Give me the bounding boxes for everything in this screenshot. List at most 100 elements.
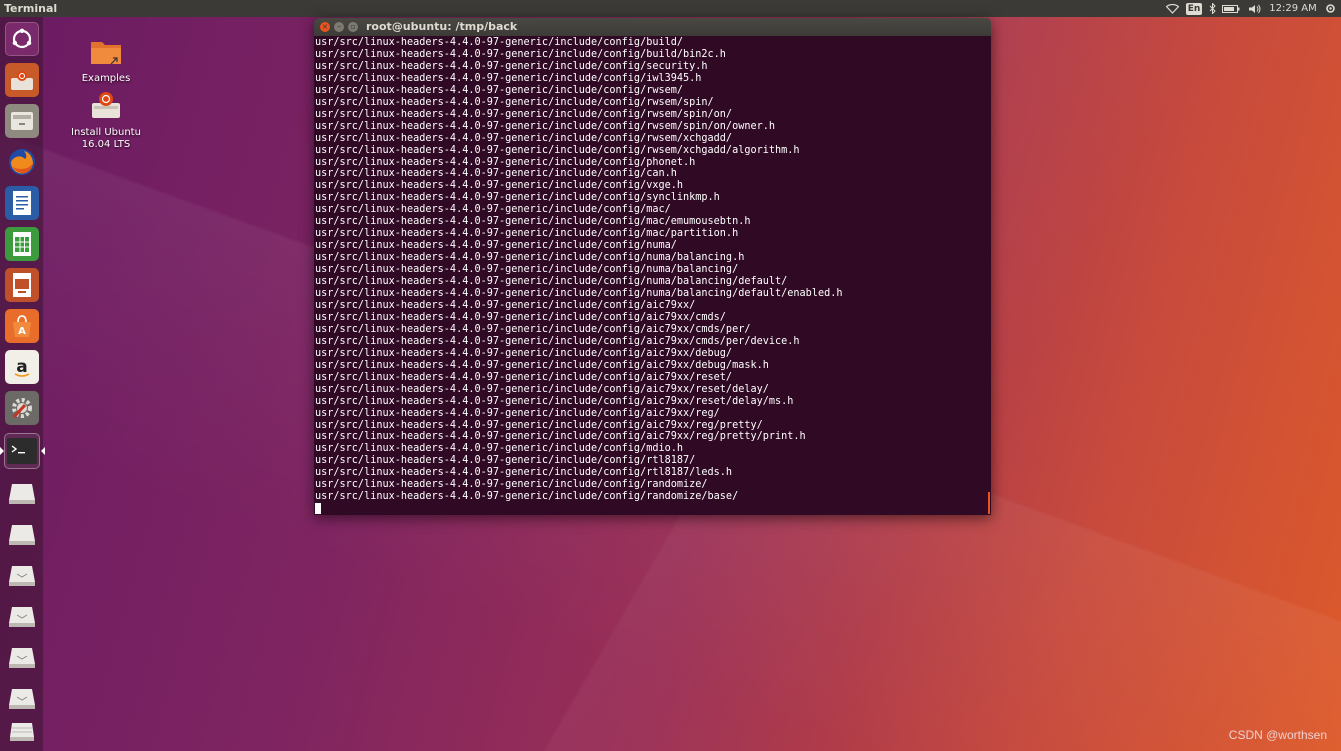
close-button[interactable]: × [320, 22, 330, 32]
terminal-line: usr/src/linux-headers-4.4.0-97-generic/i… [315, 168, 677, 180]
terminal-line: usr/src/linux-headers-4.4.0-97-generic/i… [315, 156, 696, 168]
indicator-area: En 12:29 AM [1161, 0, 1341, 17]
software-center-icon: A [5, 309, 39, 343]
keyboard-language-indicator[interactable]: En [1183, 0, 1205, 17]
system-settings-icon [5, 391, 39, 425]
drive-button[interactable] [4, 598, 40, 634]
terminal-line: usr/src/linux-headers-4.4.0-97-generic/i… [315, 37, 684, 48]
launcher: A a [0, 17, 45, 751]
terminal-line: usr/src/linux-headers-4.4.0-97-generic/i… [315, 240, 677, 252]
files-button[interactable] [4, 103, 40, 139]
minimize-button[interactable]: – [334, 22, 344, 32]
folder-icon [61, 37, 151, 71]
focus-indicator [41, 447, 45, 455]
terminal-line: usr/src/linux-headers-4.4.0-97-generic/i… [315, 84, 684, 96]
watermark: CSDN @worthsen [1228, 728, 1327, 742]
install-ubuntu-button[interactable] [4, 62, 40, 98]
maximize-icon: ▫ [350, 22, 356, 31]
libreoffice-impress-button[interactable] [4, 267, 40, 303]
terminal-titlebar[interactable]: × – ▫ root@ubuntu: /tmp/back [314, 18, 991, 36]
drive-icon [5, 681, 39, 715]
dash-home-button[interactable] [4, 21, 40, 57]
terminal-icon [7, 438, 37, 464]
terminal-line: usr/src/linux-headers-4.4.0-97-generic/i… [315, 60, 708, 72]
firefox-button[interactable] [4, 144, 40, 180]
amazon-icon: a [5, 350, 39, 384]
trash-icon [5, 718, 39, 746]
examples-desktop-icon[interactable]: Examples [61, 37, 151, 85]
terminal-line: usr/src/linux-headers-4.4.0-97-generic/i… [315, 96, 714, 108]
terminal-line: usr/src/linux-headers-4.4.0-97-generic/i… [315, 383, 769, 395]
libreoffice-calc-button[interactable] [4, 226, 40, 262]
drive-icon [5, 640, 39, 674]
terminal-line: usr/src/linux-headers-4.4.0-97-generic/i… [315, 276, 788, 288]
terminal-line: usr/src/linux-headers-4.4.0-97-generic/i… [315, 144, 800, 156]
terminal-prompt-line [315, 503, 991, 515]
bluetooth-icon[interactable] [1205, 0, 1219, 17]
terminal-line: usr/src/linux-headers-4.4.0-97-generic/i… [315, 335, 800, 347]
terminal-line: usr/src/linux-headers-4.4.0-97-generic/i… [315, 216, 751, 228]
libreoffice-writer-button[interactable] [4, 185, 40, 221]
drive-icon [5, 558, 39, 592]
files-icon [5, 104, 39, 138]
drive-button[interactable] [4, 516, 40, 552]
svg-text:A: A [18, 326, 26, 337]
volume-icon[interactable] [1243, 0, 1267, 17]
terminal-line: usr/src/linux-headers-4.4.0-97-generic/i… [315, 407, 720, 419]
terminal-line: usr/src/linux-headers-4.4.0-97-generic/i… [315, 204, 671, 216]
power-gear-icon[interactable] [1319, 0, 1341, 17]
terminal-line: usr/src/linux-headers-4.4.0-97-generic/i… [315, 228, 739, 240]
terminal-line: usr/src/linux-headers-4.4.0-97-generic/i… [315, 419, 763, 431]
terminal-line: usr/src/linux-headers-4.4.0-97-generic/i… [315, 371, 733, 383]
system-settings-button[interactable] [4, 390, 40, 426]
maximize-button[interactable]: ▫ [348, 22, 358, 32]
close-icon: × [321, 22, 329, 31]
terminal-output[interactable]: usr/src/linux-headers-4.4.0-97-generic/i… [314, 36, 991, 515]
drive-icon [5, 517, 39, 551]
drive-icon [5, 599, 39, 633]
minimize-icon: – [337, 22, 341, 31]
install-ubuntu-label-line1: Install Ubuntu [71, 127, 141, 138]
install-ubuntu-desktop-icon[interactable]: Install Ubuntu 16.04 LTS [61, 89, 151, 151]
clock[interactable]: 12:29 AM [1267, 0, 1319, 17]
top-panel: Terminal En 12:29 AM [0, 0, 1341, 17]
terminal-button[interactable] [4, 433, 40, 469]
firefox-icon [5, 145, 39, 179]
scrollbar-indicator[interactable] [988, 492, 990, 514]
terminal-line: usr/src/linux-headers-4.4.0-97-generic/i… [315, 359, 769, 371]
terminal-line: usr/src/linux-headers-4.4.0-97-generic/i… [315, 264, 739, 276]
app-title: Terminal [4, 2, 58, 15]
terminal-line: usr/src/linux-headers-4.4.0-97-generic/i… [315, 443, 684, 455]
amazon-button[interactable]: a [4, 349, 40, 385]
terminal-line: usr/src/linux-headers-4.4.0-97-generic/i… [315, 72, 702, 84]
examples-label: Examples [81, 73, 131, 84]
install-ubuntu-label-line2: 16.04 LTS [81, 139, 131, 150]
terminal-line: usr/src/linux-headers-4.4.0-97-generic/i… [315, 311, 726, 323]
terminal-line: usr/src/linux-headers-4.4.0-97-generic/i… [315, 108, 733, 120]
software-center-button[interactable]: A [4, 308, 40, 344]
wifi-icon[interactable] [1161, 0, 1183, 17]
drive-button[interactable] [4, 639, 40, 675]
terminal-line: usr/src/linux-headers-4.4.0-97-generic/i… [315, 132, 733, 144]
drive-button[interactable] [4, 475, 40, 511]
libreoffice-calc-icon [5, 227, 39, 261]
terminal-line: usr/src/linux-headers-4.4.0-97-generic/i… [315, 192, 720, 204]
drive-button[interactable] [4, 680, 40, 716]
terminal-line: usr/src/linux-headers-4.4.0-97-generic/i… [315, 323, 751, 335]
drive-button[interactable] [4, 557, 40, 593]
trash-button[interactable] [4, 717, 40, 747]
dash-home-icon [5, 22, 39, 56]
terminal-line: usr/src/linux-headers-4.4.0-97-generic/i… [315, 479, 708, 491]
libreoffice-writer-icon [5, 186, 39, 220]
svg-text:a: a [16, 357, 27, 377]
terminal-line: usr/src/linux-headers-4.4.0-97-generic/i… [315, 431, 806, 443]
terminal-window[interactable]: × – ▫ root@ubuntu: /tmp/back usr/src/lin… [314, 18, 991, 515]
install-ubuntu-icon [5, 63, 39, 97]
terminal-line: usr/src/linux-headers-4.4.0-97-generic/i… [315, 491, 739, 503]
drive-icon [5, 476, 39, 510]
libreoffice-impress-icon [5, 268, 39, 302]
terminal-line: usr/src/linux-headers-4.4.0-97-generic/i… [315, 455, 696, 467]
install-ubuntu-icon [61, 89, 151, 125]
battery-icon[interactable] [1219, 0, 1243, 17]
terminal-line: usr/src/linux-headers-4.4.0-97-generic/i… [315, 252, 745, 264]
